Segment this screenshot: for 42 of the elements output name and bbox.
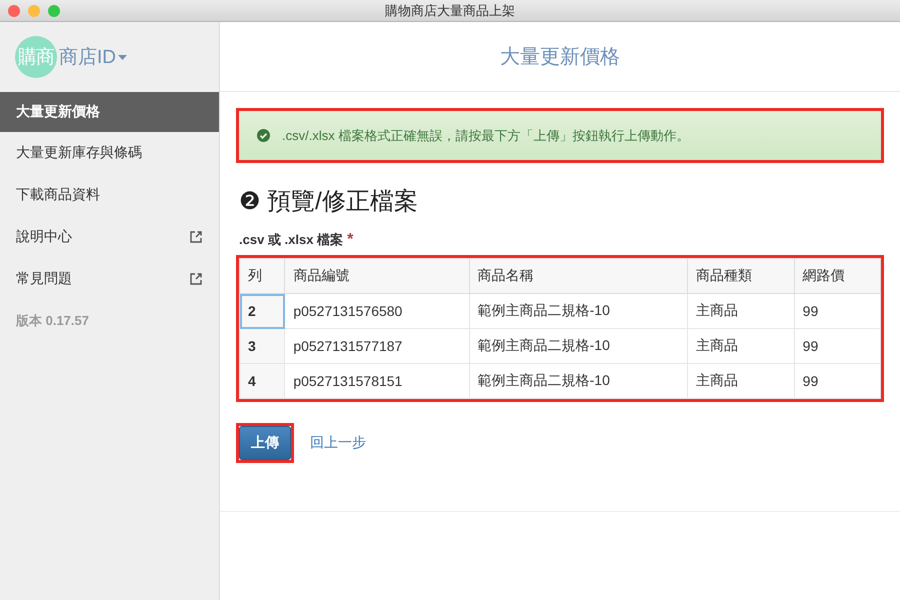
field-label: .csv 或 .xlsx 檔案 (239, 231, 344, 249)
table-cell[interactable]: 2 (240, 294, 285, 328)
page-title: 大量更新價格 (500, 45, 620, 70)
window-title: 購物商店大量商品上架 (385, 2, 515, 20)
minimize-button[interactable] (28, 5, 40, 17)
table-cell: 99 (794, 328, 880, 364)
required-mark: * (347, 231, 354, 249)
table-cell: p0527131576580 (284, 294, 470, 328)
table-cell: p0527131578151 (284, 364, 470, 398)
table-cell: 99 (794, 294, 880, 328)
external-link-icon (189, 230, 203, 244)
external-link-icon (189, 272, 203, 286)
table-cell: 範例主商品二規格-10 (469, 294, 688, 328)
column-header: 商品編號 (284, 258, 470, 294)
column-header: 列 (240, 258, 285, 294)
table-cell[interactable]: 3 (240, 328, 285, 364)
column-header: 商品種類 (687, 258, 794, 294)
table-cell: 主商品 (687, 294, 794, 328)
table-cell: 範例主商品二規格-10 (469, 364, 688, 398)
sidebar-item[interactable]: 大量更新庫存與條碼 (0, 132, 219, 174)
column-header: 網路價 (794, 258, 880, 294)
logo: 購商 (15, 36, 57, 78)
table-cell: 99 (794, 364, 880, 398)
table-cell[interactable]: 4 (240, 364, 285, 398)
sidebar-item[interactable]: 下載商品資料 (0, 174, 219, 216)
upload-button[interactable]: 上傳 (239, 426, 291, 460)
sidebar-item[interactable]: 大量更新價格 (0, 92, 219, 132)
table-cell: 主商品 (687, 364, 794, 398)
back-link[interactable]: 回上一步 (310, 434, 366, 452)
sidebar-item[interactable]: 說明中心 (0, 216, 219, 258)
column-header: 商品名稱 (469, 258, 688, 294)
sidebar-item[interactable]: 常見問題 (0, 258, 219, 300)
section-heading: ❷ 預覽/修正檔案 (239, 187, 419, 217)
zoom-button[interactable] (48, 5, 60, 17)
alert-message: .csv/.xlsx 檔案格式正確無誤，請按最下方「上傳」按鈕執行上傳動作。 (282, 126, 690, 144)
table-cell: 主商品 (687, 328, 794, 364)
close-button[interactable] (8, 5, 20, 17)
version-text: 版本 0.17.57 (14, 312, 90, 330)
check-circle-icon (257, 129, 270, 142)
caret-icon[interactable] (118, 54, 127, 60)
table-cell: p0527131577187 (284, 328, 470, 364)
table-cell: 範例主商品二規格-10 (469, 328, 688, 364)
